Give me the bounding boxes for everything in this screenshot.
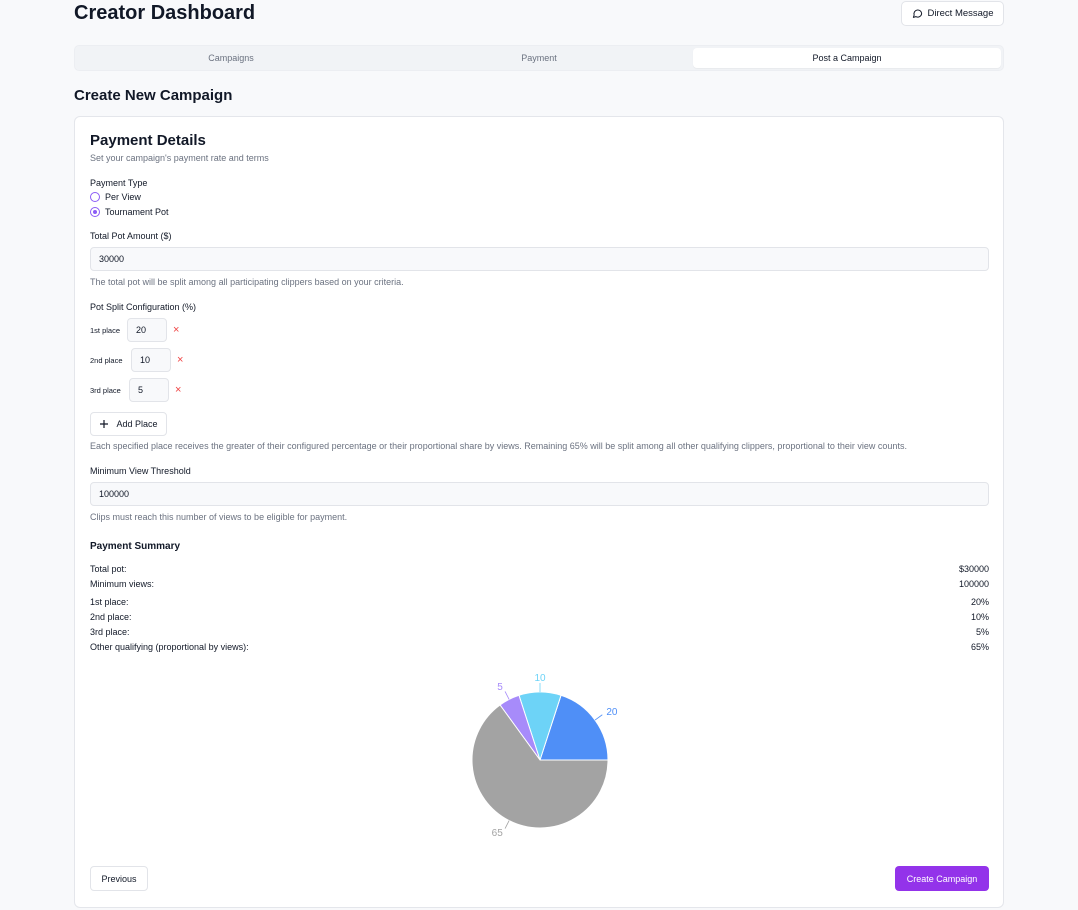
- pie-label-line-1: [594, 714, 603, 721]
- place-3-input[interactable]: 5: [129, 378, 169, 402]
- pot-split-hint: Each specified place receives the greate…: [90, 441, 907, 451]
- min-views-input[interactable]: 100000: [90, 482, 989, 506]
- previous-button[interactable]: Previous: [90, 866, 148, 891]
- summary-row-3rd: 3rd place: 5%: [90, 627, 989, 637]
- radio-tournament-pot-label: Tournament Pot: [105, 207, 169, 217]
- create-campaign-button[interactable]: Create Campaign: [895, 866, 989, 891]
- summary-value: 65%: [970, 642, 989, 652]
- pie-label-1: 20: [606, 707, 618, 718]
- place-1-remove-icon[interactable]: ×: [173, 325, 179, 336]
- total-pot-label: Total Pot Amount ($): [90, 231, 172, 241]
- place-3-label: 3rd place: [90, 386, 121, 395]
- card-subtitle: Set your campaign's payment rate and ter…: [90, 153, 269, 163]
- summary-value: 10%: [970, 612, 989, 622]
- place-2-input[interactable]: 10: [131, 348, 171, 372]
- summary-value: 5%: [975, 627, 989, 637]
- radio-per-view-label: Per View: [105, 192, 141, 202]
- place-3-remove-icon[interactable]: ×: [175, 385, 181, 396]
- radio-tournament-pot-circle[interactable]: [90, 207, 100, 217]
- section-title: Create New Campaign: [74, 87, 233, 104]
- min-views-label: Minimum View Threshold: [90, 466, 191, 476]
- min-views-hint: Clips must reach this number of views to…: [90, 512, 348, 522]
- pot-split-pie-chart: 20 10 5 65: [471, 673, 618, 839]
- add-place-button[interactable]: Add Place: [90, 412, 167, 436]
- payment-summary-title: Payment Summary: [90, 541, 181, 552]
- total-pot-hint: The total pot will be split among all pa…: [90, 277, 404, 287]
- place-2-remove-icon[interactable]: ×: [177, 355, 183, 366]
- summary-row-total-pot: Total pot: $30000: [90, 564, 989, 574]
- pie-label-line-3: [504, 691, 510, 700]
- summary-label: Minimum views:: [90, 579, 155, 589]
- pie-label-4: 65: [492, 828, 504, 839]
- pie-label-line-4: [504, 820, 510, 829]
- pie-label-3: 5: [497, 682, 503, 693]
- summary-value: 100000: [958, 579, 989, 589]
- pie-label-2: 10: [534, 673, 546, 684]
- summary-label: 2nd place:: [90, 612, 132, 622]
- message-circle-icon: [912, 9, 922, 18]
- summary-label: 3rd place:: [90, 627, 130, 637]
- tab-campaigns[interactable]: Campaigns: [77, 48, 385, 68]
- summary-row-1st: 1st place: 20%: [90, 597, 989, 607]
- plus-icon: [100, 420, 109, 428]
- direct-message-label: Direct Message: [927, 8, 994, 19]
- pot-split-label: Pot Split Configuration (%): [90, 302, 197, 312]
- summary-label: 1st place:: [90, 597, 129, 607]
- summary-value: 20%: [970, 597, 989, 607]
- tab-bar: Campaigns Payment Post a Campaign: [74, 45, 1004, 71]
- page-title: Creator Dashboard: [74, 2, 256, 24]
- summary-row-min-views: Minimum views: 100000: [90, 579, 989, 589]
- card-title: Payment Details: [90, 132, 206, 149]
- summary-row-other: Other qualifying (proportional by views)…: [90, 642, 989, 652]
- add-place-label: Add Place: [116, 419, 158, 429]
- summary-label: Total pot:: [90, 564, 127, 574]
- place-2-label: 2nd place: [90, 356, 123, 365]
- total-pot-input[interactable]: 30000: [90, 247, 989, 271]
- summary-label: Other qualifying (proportional by views)…: [90, 642, 249, 652]
- radio-per-view[interactable]: Per View: [90, 192, 141, 202]
- radio-tournament-pot[interactable]: Tournament Pot: [90, 207, 169, 217]
- summary-row-2nd: 2nd place: 10%: [90, 612, 989, 622]
- payment-details-card: Payment Details Set your campaign's paym…: [74, 116, 1004, 908]
- summary-value: $30000: [958, 564, 989, 574]
- radio-per-view-circle[interactable]: [90, 192, 100, 202]
- direct-message-button[interactable]: Direct Message: [901, 1, 1004, 26]
- tab-payment[interactable]: Payment: [385, 48, 693, 68]
- place-1-input[interactable]: 20: [127, 318, 167, 342]
- tab-post-a-campaign[interactable]: Post a Campaign: [693, 48, 1001, 68]
- payment-type-label: Payment Type: [90, 178, 148, 188]
- place-1-label: 1st place: [90, 326, 121, 335]
